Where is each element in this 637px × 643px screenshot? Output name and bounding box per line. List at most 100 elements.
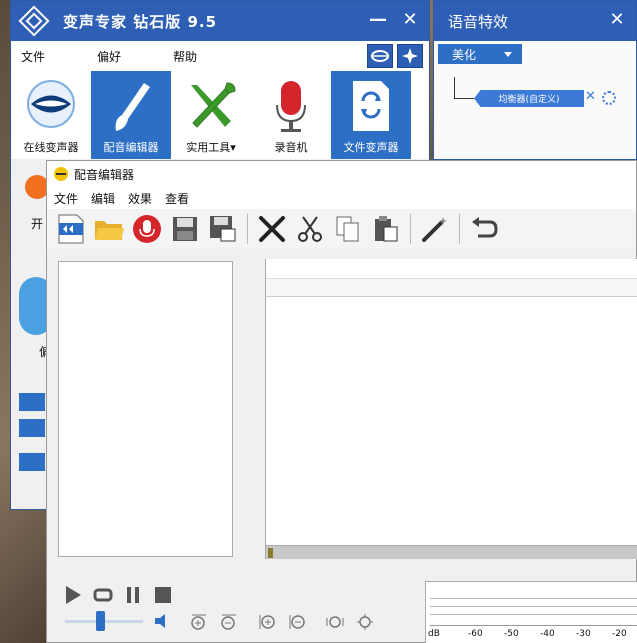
scissors-icon [298,216,322,242]
save-icon[interactable] [19,419,45,437]
zoom-in-vertical-button[interactable] [257,612,277,632]
microphone-icon [276,81,306,132]
effect-category-select[interactable]: 美化 [438,44,522,64]
timeline-subruler [266,279,637,297]
paste-clipboard-icon [375,216,398,242]
volume-slider[interactable] [65,610,143,631]
main-title-bar[interactable]: 变声专家 钻石版 9.5 — ✕ [11,1,429,41]
file-voice-changer-tool[interactable]: 文件变声器 [331,71,411,159]
paste-button[interactable] [370,213,402,245]
waveform-view[interactable] [265,259,637,559]
floppy-save-icon [173,217,197,241]
pause-icon [127,587,139,603]
copy-button[interactable] [332,213,364,245]
remove-effect-icon[interactable]: ✕ [585,89,596,104]
toolbar-separator [247,214,248,244]
effects-title-bar[interactable]: 语音特效 ✕ [434,1,636,41]
open-folder-button[interactable] [93,213,125,245]
waveform-scroll-thumb[interactable] [268,548,273,558]
zoom-in-horizontal-button[interactable] [189,612,209,632]
cut-button[interactable] [294,213,326,245]
save-as-button[interactable] [207,213,239,245]
new-audio-file-icon [58,214,84,244]
save-as-icon [210,216,236,242]
volume-slider-thumb[interactable] [96,610,106,631]
dubbing-editor-tool[interactable]: 配音编辑器 [91,71,171,159]
volume-control [65,610,171,631]
equalizer-effect-chip[interactable]: 均衡器(自定义) [474,90,584,107]
editor-menu-edit[interactable]: 编辑 [91,190,115,207]
level-meter-bars [430,590,637,626]
editor-app-icon [54,167,68,181]
record-button[interactable] [131,213,163,245]
lips-skin-button[interactable] [367,44,393,68]
delete-button[interactable] [256,213,288,245]
main-toolbar: 在线变声器 配音编辑器 实用工具▾ 录音机 文件变声器 [11,71,429,159]
play-button[interactable] [63,585,83,605]
zoom-controls [189,612,375,632]
menu-preferences[interactable]: 偏好 [97,48,121,65]
app-logo-icon [18,5,50,37]
tool-label-file: 文件变声器 [343,141,399,154]
undo-arrow-icon [472,217,498,238]
wrench-screwdriver-icon [191,82,236,128]
effect-category-value: 美化 [452,47,477,62]
refresh-icon[interactable] [19,453,45,471]
zoom-in-icon [191,614,206,630]
editor-menu-file[interactable]: 文件 [54,190,78,207]
editor-menu-view[interactable]: 查看 [165,190,189,207]
meter-tick: -40 [540,629,555,639]
main-menu-bar: 文件 偏好 帮助 [11,41,429,71]
lips-icon [371,50,389,62]
login-icon[interactable] [19,393,45,411]
editor-title-bar[interactable]: 配音编辑器 [47,161,636,187]
zoom-out-vertical-button[interactable] [287,612,307,632]
zoom-fit-button[interactable] [325,612,345,632]
minimize-icon[interactable]: — [367,9,389,31]
audio-file-list-panel[interactable] [58,261,233,557]
gear-icon[interactable] [602,91,616,105]
editor-menu-effects[interactable]: 效果 [128,190,152,207]
copy-icon [336,216,359,242]
record-mic-icon [133,215,161,243]
speaker-icon[interactable] [153,612,171,630]
editor-title: 配音编辑器 [74,167,135,182]
effects-close-icon[interactable]: ✕ [606,9,628,31]
online-voice-changer-tool[interactable]: 在线变声器 [11,71,91,159]
zoom-out-horizontal-button[interactable] [219,612,239,632]
sparkle-skin-button[interactable] [397,44,423,68]
zoom-out-vertical-icon [289,615,305,629]
zoom-selection-icon [357,614,373,630]
save-button[interactable] [169,213,201,245]
tool-label-recorder: 录音机 [274,141,308,154]
menu-help[interactable]: 帮助 [173,48,197,65]
waveform-scrollbar[interactable] [266,545,637,559]
tool-label-online: 在线变声器 [23,141,79,154]
undo-button[interactable] [468,213,500,245]
meter-tick: -30 [576,629,591,639]
pause-button[interactable] [123,585,143,605]
stop-icon [155,587,171,603]
recorder-tool[interactable]: 录音机 [251,71,331,159]
loop-icon [93,588,113,602]
zoom-out-icon [221,614,236,630]
effects-wand-button[interactable] [419,213,451,245]
lips-globe-icon [27,80,75,128]
magic-wand-icon [422,217,447,242]
tool-label-dubbing: 配音编辑器 [103,141,159,154]
sparkle-icon [402,48,418,64]
loop-button[interactable] [93,585,113,605]
stop-button[interactable] [153,585,173,605]
utilities-tool[interactable]: 实用工具▾ [171,71,251,159]
close-icon[interactable]: ✕ [399,9,421,31]
new-file-button[interactable] [55,213,87,245]
editor-toolbar [47,209,636,249]
zoom-fit-icon [326,616,344,628]
level-meter-scale: dB -60 -50 -40 -30 -20 [428,629,637,641]
menu-file[interactable]: 文件 [21,48,45,65]
effects-title: 语音特效 [448,12,509,31]
meter-tick: -50 [504,629,519,639]
zoom-selection-button[interactable] [355,612,375,632]
tool-label-utilities: 实用工具▾ [186,141,236,154]
toolbar-separator [410,214,411,244]
